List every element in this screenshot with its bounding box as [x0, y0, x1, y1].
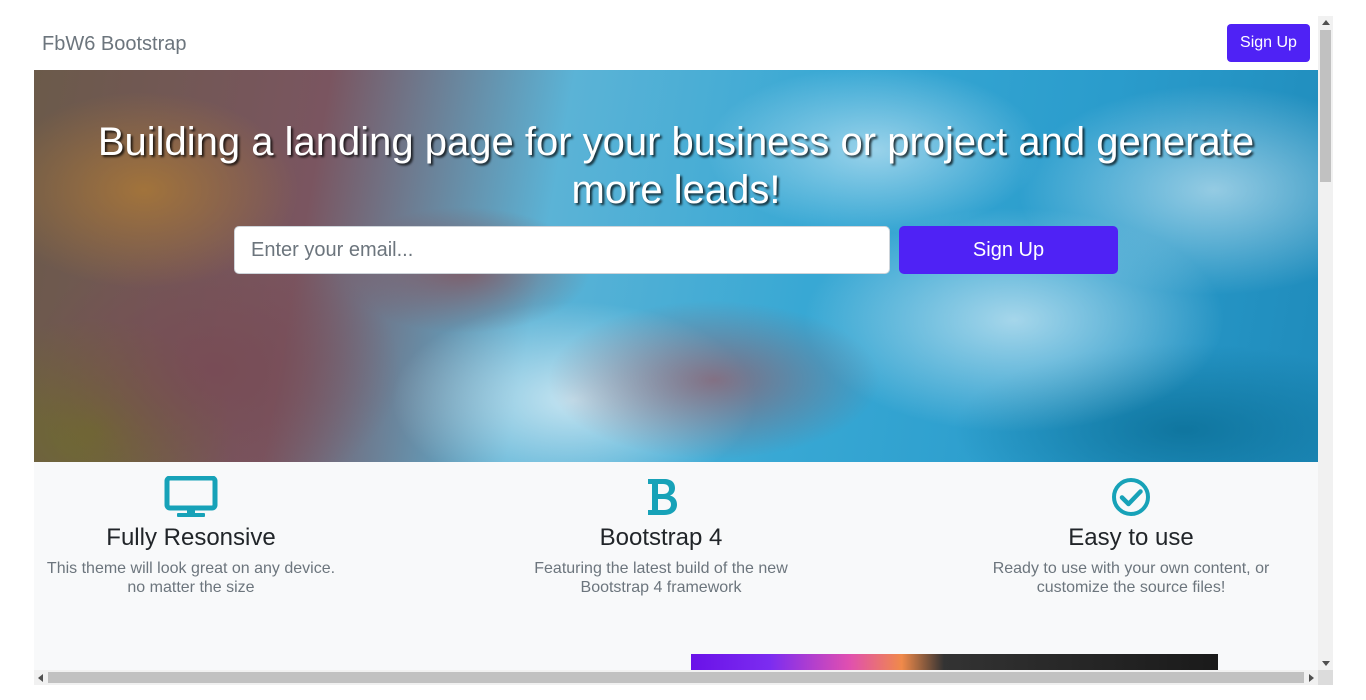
desktop-icon	[164, 476, 218, 517]
vertical-scroll-thumb[interactable]	[1320, 30, 1331, 182]
scrollbar-corner	[1318, 670, 1333, 685]
showcase-image	[691, 654, 1218, 670]
features-section: Fully Resonsive This theme will look gre…	[34, 462, 1318, 670]
scroll-down-arrow-icon[interactable]	[1322, 661, 1330, 666]
feature-text: Featuring the latest build of the new Bo…	[534, 560, 788, 596]
hero-title: Building a landing page for your busines…	[97, 120, 1255, 212]
email-input[interactable]	[234, 226, 890, 274]
hero-section: Building a landing page for your busines…	[34, 70, 1318, 462]
vertical-scrollbar[interactable]	[1318, 16, 1333, 670]
bootstrap-icon	[648, 479, 677, 515]
feature-title: Easy to use	[1068, 524, 1194, 551]
scroll-up-arrow-icon[interactable]	[1322, 20, 1330, 25]
feature-title: Fully Resonsive	[106, 524, 276, 551]
navbar-signup-button[interactable]: Sign Up	[1227, 24, 1310, 62]
navbar: FbW6 Bootstrap Sign Up	[34, 16, 1318, 70]
check-circle-icon	[1112, 478, 1150, 516]
hero-signup-button[interactable]: Sign Up	[899, 226, 1118, 274]
navbar-brand[interactable]: FbW6 Bootstrap	[42, 32, 187, 56]
feature-title: Bootstrap 4	[599, 524, 723, 551]
horizontal-scroll-thumb[interactable]	[48, 672, 1304, 683]
horizontal-scrollbar[interactable]	[34, 670, 1318, 685]
scroll-left-arrow-icon[interactable]	[38, 674, 43, 682]
feature-text: This theme will look great on any device…	[46, 560, 336, 596]
feature-text: Ready to use with your own content, or c…	[992, 560, 1270, 596]
scroll-right-arrow-icon[interactable]	[1309, 674, 1314, 682]
